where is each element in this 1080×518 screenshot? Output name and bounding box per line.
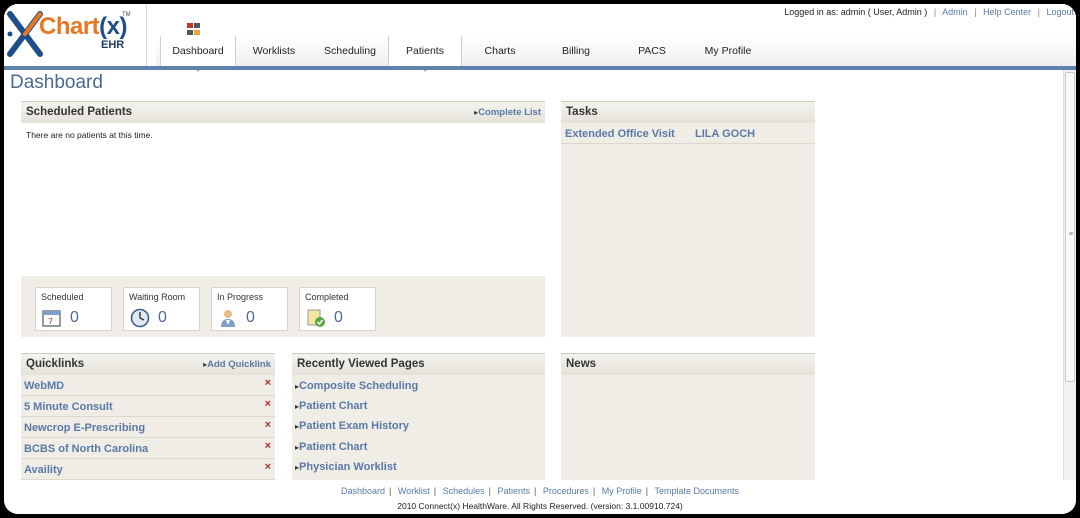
stat-completed[interactable]: Completed 0 <box>299 287 376 331</box>
tab-pacs[interactable]: PACS <box>614 36 690 66</box>
recent-page-link[interactable]: Composite Scheduling <box>295 380 418 392</box>
panel-header: Tasks <box>561 101 815 123</box>
stat-label: Completed <box>305 292 349 302</box>
main-nav-tabs: Dashboard Worklists Scheduling Patients … <box>156 36 1076 72</box>
svg-text:7: 7 <box>48 317 53 326</box>
tab-patients[interactable]: Patients <box>388 36 462 72</box>
remove-quicklink-icon[interactable]: × <box>265 461 271 473</box>
news-panel: News <box>561 353 815 483</box>
stat-label: Scheduled <box>41 292 84 302</box>
page-title: Dashboard <box>10 72 103 93</box>
remove-quicklink-icon[interactable]: × <box>265 440 271 452</box>
logout-link[interactable]: Logout <box>1046 7 1074 17</box>
footer-link-template-documents[interactable]: Template Documents <box>654 486 739 496</box>
footer-link-my-profile[interactable]: My Profile <box>602 486 642 496</box>
quicklink-label[interactable]: Newcrop E-Prescribing <box>24 422 145 434</box>
app-logo[interactable]: Chart(x) TM EHR <box>4 4 147 68</box>
stat-in-progress[interactable]: In Progress 0 <box>211 287 288 331</box>
recent-page-link[interactable]: Patient Chart <box>295 400 367 412</box>
panel-title: Quicklinks <box>26 358 85 370</box>
stat-value: 0 <box>70 309 79 326</box>
stat-scheduled[interactable]: Scheduled 7 0 <box>35 287 112 331</box>
scrollbar-thumb[interactable]: ≡ <box>1065 72 1075 382</box>
quicklink-label[interactable]: BCBS of North Carolina <box>24 443 148 455</box>
footer-link-schedules[interactable]: Schedules <box>443 486 485 496</box>
add-quicklink-link[interactable]: Add Quicklink <box>203 359 271 370</box>
footer-links: Dashboard | Worklist | Schedules | Patients… <box>340 486 739 496</box>
complete-list-link[interactable]: Complete List <box>474 107 541 118</box>
remove-quicklink-icon[interactable]: × <box>265 377 271 389</box>
footer-link-procedures[interactable]: Procedures <box>543 486 589 496</box>
tab-scheduling[interactable]: Scheduling <box>312 36 388 66</box>
stat-waiting-room[interactable]: Waiting Room 0 <box>123 287 200 331</box>
quicklink-label[interactable]: Availity <box>24 464 63 476</box>
tab-dashboard[interactable]: Dashboard <box>160 36 236 72</box>
footer: Dashboard | Worklist | Schedules | Patients… <box>4 480 1076 514</box>
quicklink-item[interactable]: BCBS of North Carolina × <box>21 438 275 459</box>
quicklinks-panel: Quicklinks Add Quicklink WebMD × 5 Minut… <box>21 353 275 483</box>
doctor-icon <box>221 310 235 327</box>
footer-link-worklist[interactable]: Worklist <box>398 486 430 496</box>
panel-header: Recently Viewed Pages <box>292 353 545 375</box>
quicklink-item[interactable]: WebMD × <box>21 375 275 396</box>
vertical-scrollbar[interactable]: ≡ <box>1063 70 1076 480</box>
tab-billing[interactable]: Billing <box>538 36 614 66</box>
quicklink-item[interactable]: 5 Minute Consult × <box>21 396 275 417</box>
app-window: Chart(x) TM EHR Logged in as: admin ( Us… <box>4 4 1076 514</box>
quicklink-item[interactable]: Newcrop E-Prescribing × <box>21 417 275 438</box>
scroll-grip-icon: ≡ <box>1069 231 1074 238</box>
check-document-icon <box>307 309 325 327</box>
remove-quicklink-icon[interactable]: × <box>265 398 271 410</box>
recent-page-link[interactable]: Patient Exam History <box>295 420 409 432</box>
tab-my-profile[interactable]: My Profile <box>690 36 766 66</box>
task-row[interactable]: Extended Office Visit LILA GOCH <box>561 123 815 144</box>
panel-header: Quicklinks Add Quicklink <box>21 353 275 375</box>
logo-brand: Chart(x) <box>39 13 128 40</box>
stat-label: In Progress <box>217 292 264 302</box>
help-center-link[interactable]: Help Center <box>983 7 1031 17</box>
panel-header: Scheduled Patients Complete List <box>21 101 545 123</box>
calendar-icon: 7 <box>42 310 61 327</box>
stat-label: Waiting Room <box>129 292 186 302</box>
tasks-panel: Tasks Extended Office Visit LILA GOCH <box>561 101 815 337</box>
admin-link[interactable]: Admin <box>942 7 968 17</box>
stat-value: 0 <box>246 309 255 326</box>
copyright-text: 2010 Connect(x) HealthWare. All Rights R… <box>397 501 683 511</box>
header: Chart(x) TM EHR Logged in as: admin ( Us… <box>4 4 1076 72</box>
clock-icon <box>130 308 150 328</box>
logo-trademark: TM <box>122 12 131 18</box>
recent-page-link[interactable]: Patient Chart <box>295 441 367 453</box>
recent-page-link[interactable]: Physician Worklist <box>295 461 397 473</box>
scheduled-list: There are no patients at this time. <box>21 123 545 276</box>
stat-value: 0 <box>158 309 167 326</box>
stat-value: 0 <box>334 309 343 326</box>
dashboard-grid-icon[interactable] <box>187 23 200 35</box>
user-bar: Logged in as: admin ( User, Admin ) | Ad… <box>784 7 1074 17</box>
task-patient-link[interactable]: LILA GOCH <box>695 128 755 140</box>
empty-message: There are no patients at this time. <box>26 130 153 140</box>
header-divider <box>4 66 1076 70</box>
quicklink-label[interactable]: WebMD <box>24 380 64 392</box>
tab-worklists[interactable]: Worklists <box>236 36 312 66</box>
logged-in-label: Logged in as: admin ( User, Admin ) <box>784 7 928 17</box>
tab-charts[interactable]: Charts <box>462 36 538 66</box>
panel-header: News <box>561 353 815 375</box>
panel-title: Tasks <box>566 106 598 118</box>
remove-quicklink-icon[interactable]: × <box>265 419 271 431</box>
footer-link-dashboard[interactable]: Dashboard <box>341 486 385 496</box>
task-name-link[interactable]: Extended Office Visit <box>565 128 675 140</box>
panel-title: Recently Viewed Pages <box>297 358 425 370</box>
recently-viewed-panel: Recently Viewed Pages Composite Scheduli… <box>292 353 545 483</box>
panel-title: News <box>566 358 597 370</box>
panel-title: Scheduled Patients <box>26 106 133 118</box>
logo-subtitle: EHR <box>101 39 125 51</box>
quicklink-item[interactable]: Availity × <box>21 459 275 480</box>
scheduled-patients-panel: Scheduled Patients Complete List There a… <box>21 101 545 337</box>
quicklink-label[interactable]: 5 Minute Consult <box>24 401 113 413</box>
footer-link-patients[interactable]: Patients <box>497 486 530 496</box>
